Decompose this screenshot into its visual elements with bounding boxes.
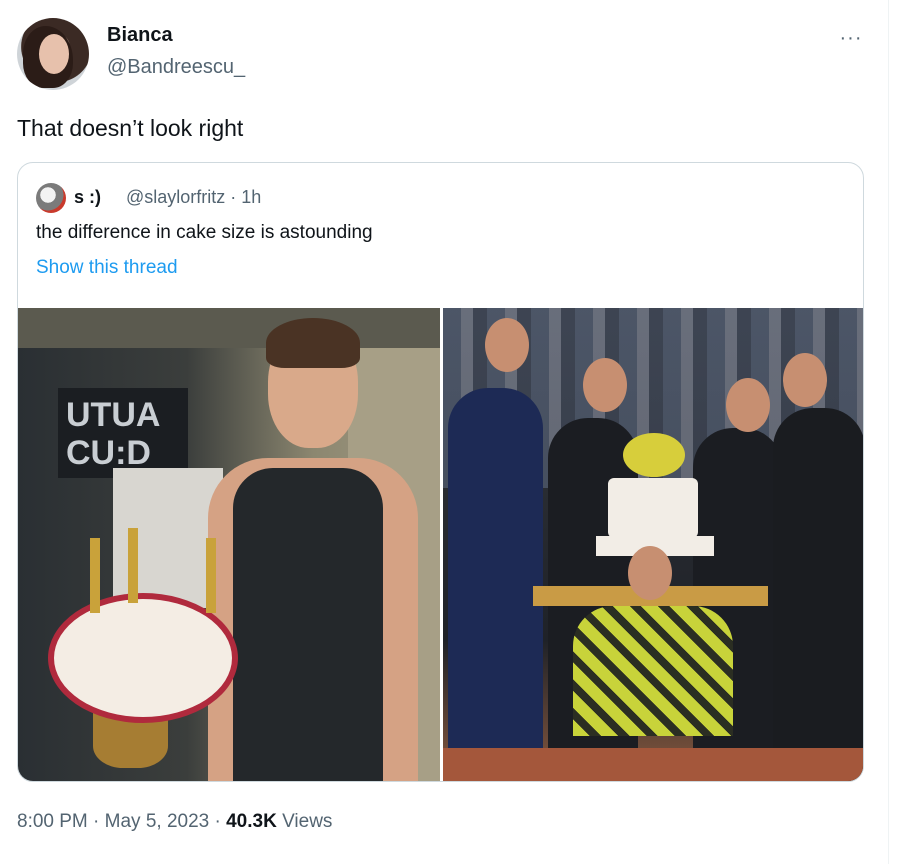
man-right-head — [783, 353, 827, 407]
cake-candle — [128, 528, 138, 603]
quoted-author-name[interactable]: s :) — [74, 187, 101, 208]
views-label: Views — [276, 811, 333, 832]
man-center-left-head — [583, 358, 627, 412]
photo-woman — [198, 308, 428, 781]
quoted-tweet[interactable]: s :) @slaylorfritz · 1h the difference i… — [17, 162, 864, 782]
quoted-author-handle-time[interactable]: @slaylorfritz · 1h — [126, 187, 261, 208]
author-display-name[interactable]: Bianca — [107, 24, 173, 47]
photo-right[interactable] — [443, 308, 863, 781]
quoted-tweet-text: the difference in cake size is astoundin… — [36, 222, 373, 243]
views-count: 40.3K — [226, 811, 277, 832]
man-center-right-head — [726, 378, 770, 432]
cake-candle — [206, 538, 216, 613]
tweet: Bianca @Bandreescu_ ··· That doesn’t loo… — [0, 0, 888, 864]
man-left-head — [485, 318, 529, 372]
author-avatar[interactable] — [17, 18, 89, 90]
photo-left[interactable]: UTUA CU:D — [18, 308, 440, 781]
large-cake-top-ball — [623, 433, 685, 477]
quoted-author-avatar[interactable] — [36, 183, 66, 213]
tweet-text: That doesn’t look right — [17, 115, 244, 141]
woman-hair — [266, 318, 360, 368]
more-dots-icon[interactable]: ··· — [836, 26, 866, 50]
woman-tanktop — [233, 468, 383, 781]
tweet-meta: 8:00 PM · May 5, 2023 · 40.3K Views — [17, 811, 332, 833]
photo-floor — [443, 748, 863, 781]
timeline-border — [888, 0, 889, 864]
player-head — [628, 546, 672, 600]
author-handle[interactable]: @Bandreescu_ — [107, 56, 245, 79]
player-shirt — [573, 606, 733, 736]
man-left-suit — [448, 388, 543, 781]
man-right-suit — [773, 408, 863, 781]
cake-candle — [90, 538, 100, 613]
tweet-timestamp[interactable]: 8:00 PM · May 5, 2023 · — [17, 811, 226, 832]
photo-sign: UTUA CU:D — [58, 388, 188, 478]
avatar-face — [39, 34, 69, 74]
show-thread-link[interactable]: Show this thread — [36, 257, 178, 279]
large-cake-middle-tier — [608, 478, 698, 538]
